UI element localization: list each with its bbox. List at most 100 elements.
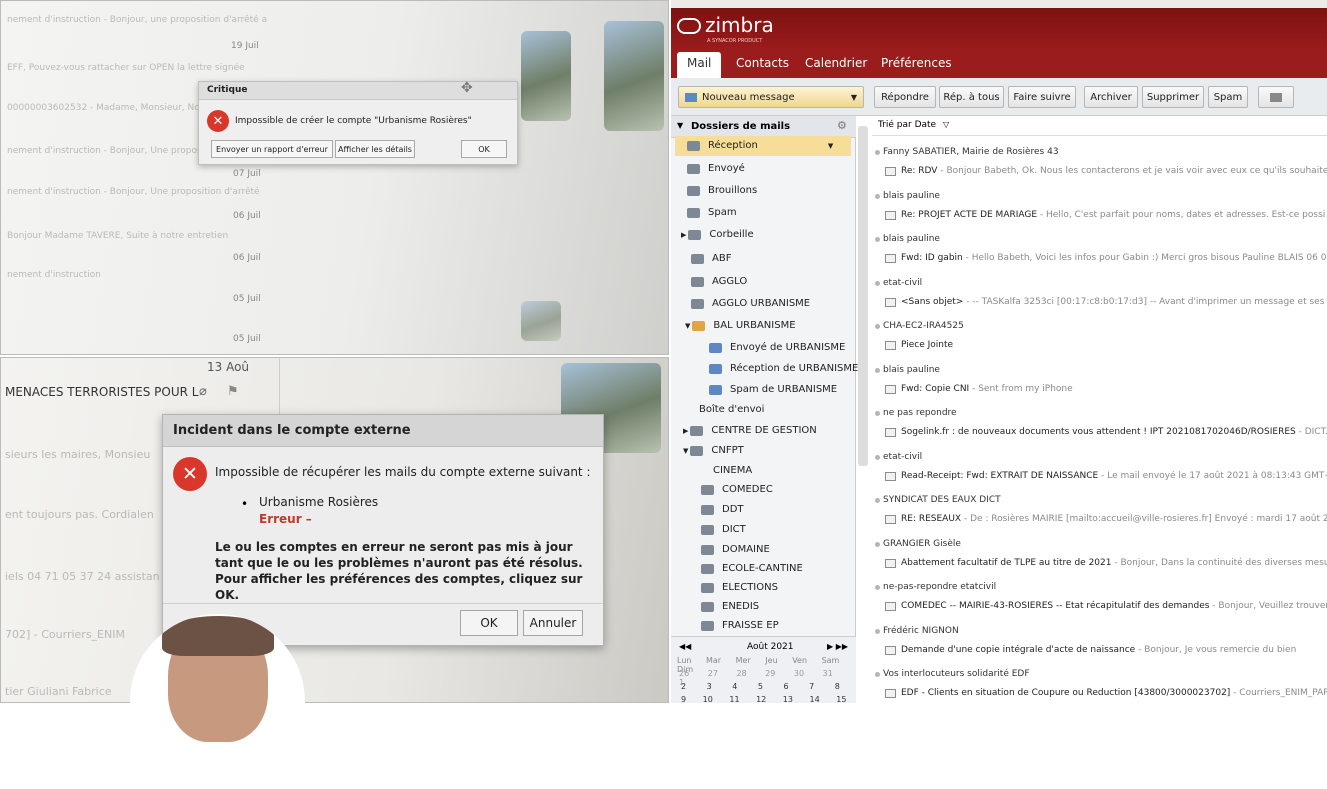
message-row[interactable]: etat-civil <Sans objet> - -- TASKalfa 325… <box>872 278 1327 320</box>
message-row[interactable]: blais pauline Fwd: ID gabin - Hello Babet… <box>872 234 1327 276</box>
folder-label: ABF <box>712 253 732 264</box>
message-row[interactable]: SYNDICAT DES EAUX DICT RE: RESEAUX - De :… <box>872 495 1327 537</box>
cancel-button[interactable]: Annuler <box>523 610 583 636</box>
expand-icon: ▶ <box>683 426 689 435</box>
message-row[interactable]: GRANGIER Gisèle Abattement facultatif de … <box>872 539 1327 581</box>
folder-cinema[interactable]: CINEMA <box>713 465 752 476</box>
message-subject-line: Fwd: Copie CNI - Sent from my iPhone <box>901 384 1073 394</box>
message-subject-line: Sogelink.fr : de nouveaux documents vous… <box>901 427 1327 437</box>
envelope-icon <box>885 558 896 568</box>
show-details-button[interactable]: Afficher les détails <box>335 140 415 158</box>
zimbra-webmail: zimbra A SYNACOR PRODUCT Mail Contacts C… <box>671 0 1327 703</box>
message-subject-line: Read-Receipt: Fwd: EXTRAIT DE NAISSANCE … <box>901 471 1327 481</box>
folder-agglo-urbanisme[interactable]: AGGLO URBANISME <box>691 298 810 309</box>
mail-toolbar: Nouveau message ▼ Répondre Rép. à tous F… <box>671 78 1327 116</box>
ok-button[interactable]: OK <box>461 140 507 158</box>
message-row[interactable]: etat-civil Read-Receipt: Fwd: EXTRAIT DE … <box>872 452 1327 494</box>
folder-icon <box>690 445 704 456</box>
message-subject-line: COMEDEC -- MAIRIE-43-ROSIERES -- Etat ré… <box>901 601 1327 611</box>
folder-label: Brouillons <box>708 185 758 196</box>
folder-drafts[interactable]: Brouillons <box>687 185 757 196</box>
tab-preferences[interactable]: Préférences <box>881 56 952 70</box>
folder-label: AGGLO URBANISME <box>712 298 811 309</box>
collapse-icon[interactable]: ▼ <box>677 121 683 130</box>
envelope-icon <box>885 428 896 437</box>
message-row[interactable]: Fanny SABATIER, Mairie de Rosières 43 Re:… <box>872 147 1327 189</box>
folder-inbox[interactable]: Réception ▼ <box>687 140 833 151</box>
message-preview: - Hello, C'est parfait pour noms, dates … <box>1037 209 1326 220</box>
folder-sent-urbanisme[interactable]: Envoyé de URBANISME <box>709 342 845 353</box>
sort-header[interactable]: Trié par Date ▽ <box>872 116 1327 136</box>
delete-button[interactable]: Supprimer <box>1142 86 1204 108</box>
folder-abf[interactable]: ABF <box>691 253 731 264</box>
folder-domaine[interactable]: DOMAINE <box>701 544 770 555</box>
gear-icon[interactable]: ⚙ <box>837 119 847 132</box>
envelope-icon <box>885 689 896 698</box>
tab-mail[interactable]: Mail <box>677 52 722 78</box>
message-sender: blais pauline <box>883 190 940 201</box>
message-row[interactable]: CHA-EC2-IRA4525 Piece Jointe <box>872 321 1327 363</box>
folder-label: FRAISSE EP <box>722 620 779 631</box>
folder-elections[interactable]: ELECTIONS <box>701 582 778 593</box>
ok-button[interactable]: OK <box>460 610 518 636</box>
message-row[interactable]: blais pauline Fwd: Copie CNI - Sent from … <box>872 365 1327 407</box>
message-row[interactable]: Vos interlocuteurs solidarité EDF EDF - C… <box>872 669 1327 703</box>
message-subject-line: <Sans objet> - -- TASKalfa 3253ci [00:17… <box>901 297 1327 307</box>
folders-header: ▼ Dossiers de mails ⚙ <box>671 116 856 138</box>
folder-outbox[interactable]: Boîte d'envoi <box>699 404 764 415</box>
folder-cnfpt[interactable]: ▼ CNFPT <box>683 445 744 456</box>
folder-ecole-cantine[interactable]: ECOLE-CANTINE <box>701 563 803 574</box>
send-error-report-button[interactable]: Envoyer un rapport d'erreur <box>211 140 333 158</box>
error-icon: ✕ <box>207 110 229 132</box>
folders-header-label: Dossiers de mails <box>691 121 791 132</box>
folder-icon <box>690 425 704 436</box>
tab-calendar[interactable]: Calendrier <box>805 56 867 70</box>
folder-spam[interactable]: Spam <box>687 207 737 218</box>
folder-comedec[interactable]: COMEDEC <box>701 484 773 495</box>
folder-spam-urbanisme[interactable]: Spam de URBANISME <box>709 384 837 395</box>
mini-calendar: ◀◀ Août 2021 ▶ ▶▶ Lun Mar Mer Jeu Ven Sa… <box>671 636 856 703</box>
message-sender: ne pas repondre <box>883 408 957 418</box>
list-row: Bonjour Madame TAVERE, Suite à notre ent… <box>7 231 229 241</box>
message-row[interactable]: ne pas repondre Sogelink.fr : de nouveaux… <box>872 408 1327 450</box>
folder-agglo[interactable]: AGGLO <box>691 276 747 287</box>
message-subject: Piece Jointe <box>901 340 954 350</box>
message-row[interactable]: Frédéric NIGNON Demande d'une copie intég… <box>872 626 1327 668</box>
list-row: nement d'instruction - Bonjour, une prop… <box>7 15 268 25</box>
forward-button[interactable]: Faire suivre <box>1008 86 1076 108</box>
reply-all-button[interactable]: Rép. à tous <box>939 86 1004 108</box>
divider <box>163 603 603 604</box>
envelope-icon <box>885 297 896 307</box>
folder-trash[interactable]: ▶ Corbeille <box>681 229 754 240</box>
message-subject: EDF - Clients en situation de Coupure ou… <box>901 688 1231 698</box>
archive-button[interactable]: Archiver <box>1084 86 1138 108</box>
dialog-body: Le ou les comptes en erreur ne seront pa… <box>215 540 583 602</box>
critical-error-dialog: Critique ✥ ✕ Impossible de créer le comp… <box>198 80 518 165</box>
row-date: 19 Juil <box>231 41 259 51</box>
folder-bal-urbanisme[interactable]: ▼ BAL URBANISME <box>685 320 796 331</box>
prev-year-icon[interactable]: ◀◀ <box>679 642 691 651</box>
folder-fraisse-ep[interactable]: FRAISSE EP <box>701 620 779 631</box>
folder-dict[interactable]: DICT <box>701 524 746 535</box>
tab-contacts[interactable]: Contacts <box>736 56 789 70</box>
folder-inbox-urbanisme[interactable]: Réception de URBANISME <box>709 363 858 374</box>
drafts-icon <box>687 185 700 196</box>
message-subject: Fwd: Copie CNI <box>901 383 970 394</box>
folder-scrollbar[interactable] <box>858 126 868 466</box>
zimbra-logo-icon <box>677 18 701 34</box>
folder-ddt[interactable]: DDT <box>701 504 744 515</box>
more-actions-button[interactable] <box>1258 86 1294 108</box>
message-row[interactable]: ne-pas-repondre etatcivil COMEDEC -- MAIR… <box>872 582 1327 624</box>
message-row[interactable]: blais pauline Re: PROJET ACTE DE MARIAGE … <box>872 191 1327 233</box>
folder-icon <box>701 544 714 555</box>
next-month-icon[interactable]: ▶ ▶▶ <box>827 642 848 651</box>
new-message-button[interactable]: Nouveau message ▼ <box>678 86 864 108</box>
folder-centre-de-gestion[interactable]: ▶ CENTRE DE GESTION <box>683 425 817 436</box>
folder-enedis[interactable]: ENEDIS <box>701 601 759 612</box>
reply-button[interactable]: Répondre <box>874 86 936 108</box>
message-sender: etat-civil <box>883 451 923 462</box>
message-subject-line: Abattement facultatif de TLPE au titre d… <box>901 558 1327 568</box>
spam-button[interactable]: Spam <box>1208 86 1248 108</box>
folder-sent[interactable]: Envoyé <box>687 163 745 174</box>
list-row: 00000003602532 - Madame, Monsieur, Nos f… <box>7 103 213 113</box>
